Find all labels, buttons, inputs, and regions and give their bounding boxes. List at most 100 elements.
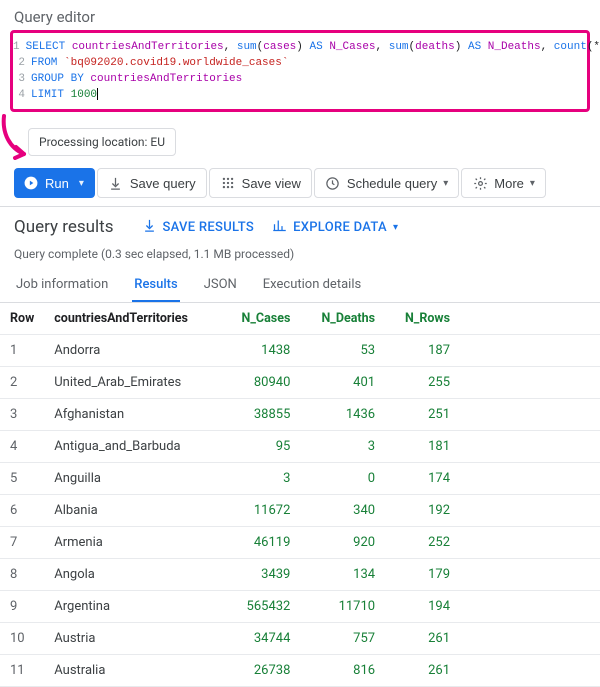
cell-n-cases: 46119 xyxy=(221,527,300,559)
column-n-rows[interactable]: N_Rows xyxy=(385,303,460,335)
chevron-down-icon: ▾ xyxy=(79,178,84,189)
cell-n-deaths: 53 xyxy=(300,335,385,367)
results-header: Query results SAVE RESULTS EXPLORE DATA … xyxy=(0,207,600,243)
cell-n-cases: 34744 xyxy=(221,623,300,655)
line-number: 3 xyxy=(13,71,31,87)
results-tabs: Job information Results JSON Execution d… xyxy=(0,269,600,303)
more-button[interactable]: More ▾ xyxy=(461,168,546,198)
column-countries[interactable]: countriesAndTerritories xyxy=(44,303,221,335)
cell-countries: Argentina xyxy=(44,591,221,623)
results-table: Row countriesAndTerritories N_Cases N_De… xyxy=(0,303,600,687)
run-button[interactable]: Run ▾ xyxy=(14,168,95,198)
cell-n-rows: 255 xyxy=(385,367,460,399)
cell-countries: Armenia xyxy=(44,527,221,559)
clock-icon xyxy=(325,175,341,191)
tab-json[interactable]: JSON xyxy=(202,269,239,302)
cell-n-rows: 194 xyxy=(385,591,460,623)
cell-countries: Andorra xyxy=(44,335,221,367)
line-number: 1 xyxy=(13,39,26,55)
cell-n-cases: 38855 xyxy=(221,399,300,431)
cell-n-rows: 181 xyxy=(385,431,460,463)
download-icon xyxy=(142,218,157,237)
row-number: 11 xyxy=(0,655,44,687)
text-caret xyxy=(97,88,98,100)
run-label: Run xyxy=(45,176,69,191)
code-line[interactable]: SELECT countriesAndTerritories, sum(case… xyxy=(26,39,600,55)
column-n-deaths[interactable]: N_Deaths xyxy=(300,303,385,335)
table-row[interactable]: 3Afghanistan388551436251 xyxy=(0,399,600,431)
cell-countries: Afghanistan xyxy=(44,399,221,431)
row-number: 2 xyxy=(0,367,44,399)
sql-editor[interactable]: 1SELECT countriesAndTerritories, sum(cas… xyxy=(10,30,590,112)
table-row[interactable]: 4Antigua_and_Barbuda953181 xyxy=(0,431,600,463)
grid-icon xyxy=(220,175,236,191)
cell-n-rows: 252 xyxy=(385,527,460,559)
cell-n-deaths: 1436 xyxy=(300,399,385,431)
save-results-label: SAVE RESULTS xyxy=(163,220,255,235)
cell-n-deaths: 134 xyxy=(300,559,385,591)
play-icon xyxy=(23,175,39,191)
table-row[interactable]: 5Anguilla30174 xyxy=(0,463,600,495)
column-row[interactable]: Row xyxy=(0,303,44,335)
cell-n-cases: 26738 xyxy=(221,655,300,687)
cell-n-deaths: 401 xyxy=(300,367,385,399)
table-row[interactable]: 9Argentina56543211710194 xyxy=(0,591,600,623)
table-row[interactable]: 6Albania11672340192 xyxy=(0,495,600,527)
results-title: Query results xyxy=(14,217,114,237)
save-view-button[interactable]: Save view xyxy=(209,168,312,198)
cell-n-rows: 179 xyxy=(385,559,460,591)
tab-execution-details[interactable]: Execution details xyxy=(261,269,363,302)
cell-n-rows: 261 xyxy=(385,623,460,655)
code-line[interactable]: FROM `bq092020.covid19.worldwide_cases` xyxy=(31,55,288,71)
gear-icon xyxy=(472,175,488,191)
cell-n-deaths: 816 xyxy=(300,655,385,687)
chevron-down-icon: ▾ xyxy=(443,178,448,189)
chart-icon xyxy=(272,218,287,237)
table-row[interactable]: 10Austria34744757261 xyxy=(0,623,600,655)
code-line[interactable]: GROUP BY countriesAndTerritories xyxy=(31,71,242,87)
row-number: 3 xyxy=(0,399,44,431)
row-number: 8 xyxy=(0,559,44,591)
table-row[interactable]: 11Australia26738816261 xyxy=(0,655,600,687)
cell-n-cases: 3 xyxy=(221,463,300,495)
cell-countries: Angola xyxy=(44,559,221,591)
tab-results[interactable]: Results xyxy=(132,269,179,302)
save-query-button[interactable]: Save query xyxy=(97,168,207,198)
save-results-button[interactable]: SAVE RESULTS xyxy=(142,218,255,237)
schedule-query-button[interactable]: Schedule query ▾ xyxy=(314,168,459,198)
tab-job-information[interactable]: Job information xyxy=(14,269,110,302)
cell-n-cases: 95 xyxy=(221,431,300,463)
cell-countries: United_Arab_Emirates xyxy=(44,367,221,399)
download-icon xyxy=(108,175,124,191)
cell-countries: Antigua_and_Barbuda xyxy=(44,431,221,463)
schedule-query-label: Schedule query xyxy=(347,176,437,191)
table-row[interactable]: 7Armenia46119920252 xyxy=(0,527,600,559)
cell-n-rows: 251 xyxy=(385,399,460,431)
chevron-down-icon: ▾ xyxy=(530,178,535,189)
cell-countries: Australia xyxy=(44,655,221,687)
table-row[interactable]: 2United_Arab_Emirates80940401255 xyxy=(0,367,600,399)
processing-location-box: Processing location: EU xyxy=(28,128,176,156)
column-n-cases[interactable]: N_Cases xyxy=(221,303,300,335)
table-row[interactable]: 8Angola3439134179 xyxy=(0,559,600,591)
cell-n-deaths: 3 xyxy=(300,431,385,463)
cell-countries: Austria xyxy=(44,623,221,655)
cell-n-deaths: 757 xyxy=(300,623,385,655)
editor-toolbar: Run ▾ Save query Save view Schedule quer… xyxy=(0,162,600,207)
row-number: 4 xyxy=(0,431,44,463)
cell-n-cases: 1438 xyxy=(221,335,300,367)
cell-n-cases: 11672 xyxy=(221,495,300,527)
query-status: Query complete (0.3 sec elapsed, 1.1 MB … xyxy=(0,243,600,269)
cell-countries: Albania xyxy=(44,495,221,527)
code-line[interactable]: LIMIT 1000 xyxy=(31,87,98,103)
row-number: 10 xyxy=(0,623,44,655)
explore-data-button[interactable]: EXPLORE DATA ▾ xyxy=(272,218,398,237)
cell-n-rows: 261 xyxy=(385,655,460,687)
row-number: 9 xyxy=(0,591,44,623)
row-number: 6 xyxy=(0,495,44,527)
table-row[interactable]: 1Andorra143853187 xyxy=(0,335,600,367)
row-number: 1 xyxy=(0,335,44,367)
row-number: 7 xyxy=(0,527,44,559)
more-label: More xyxy=(494,176,524,191)
cell-n-cases: 565432 xyxy=(221,591,300,623)
